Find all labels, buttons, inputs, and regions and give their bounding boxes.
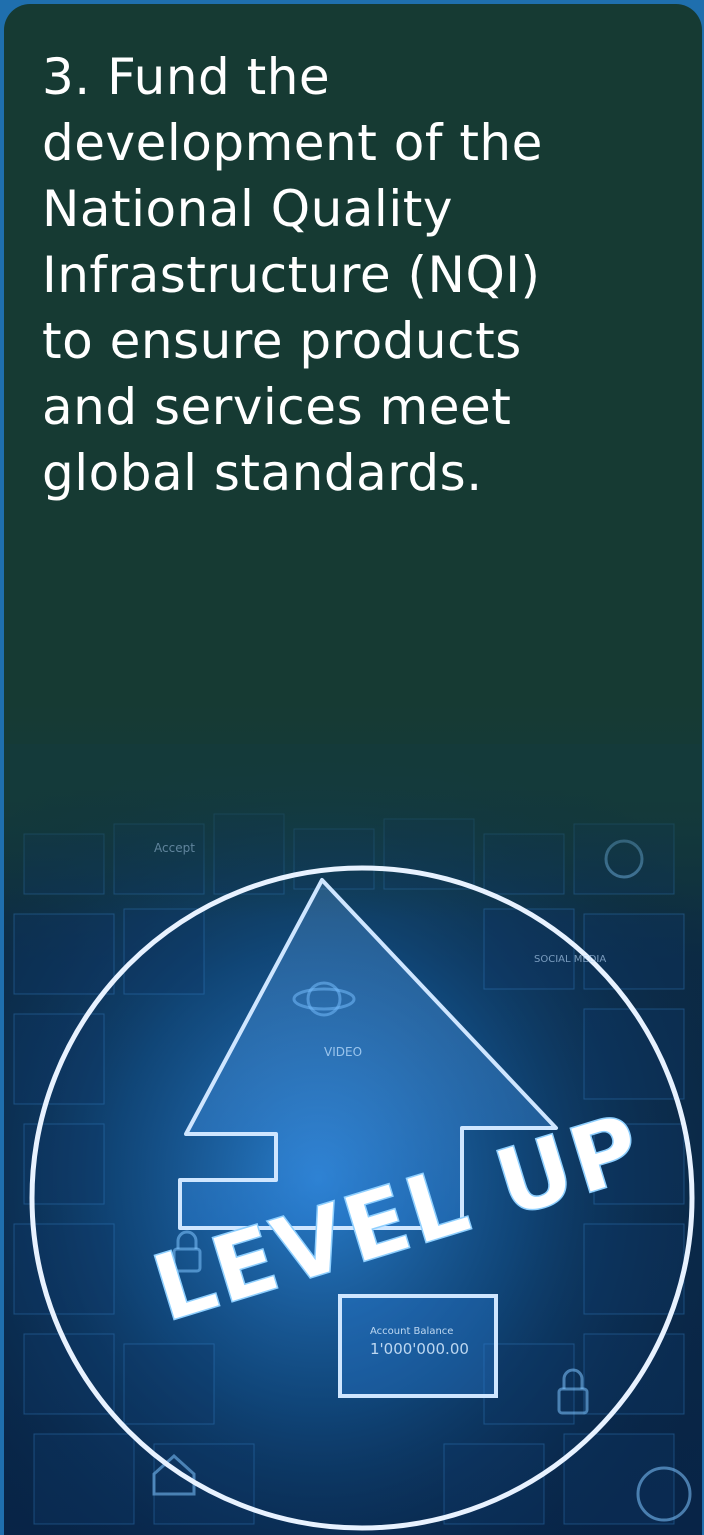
headline-line-6: and services meet <box>42 378 512 436</box>
account-balance-value: 1'000'000.00 <box>370 1340 469 1358</box>
headline: 3. Fund the development of the National … <box>42 44 662 506</box>
headline-line-7: global standards. <box>42 444 483 502</box>
level-up-graphic: VIDEO SOCIAL MEDIA Accept Account Balanc… <box>4 744 702 1535</box>
level-up-illustration: VIDEO SOCIAL MEDIA Accept Account Balanc… <box>4 744 702 1535</box>
video-tile-label: VIDEO <box>324 1045 362 1059</box>
accept-tile-label: Accept <box>154 841 195 855</box>
headline-line-1: 3. Fund the <box>42 48 331 106</box>
headline-line-3: National Quality <box>42 180 453 238</box>
account-balance-label: Account Balance <box>370 1326 453 1337</box>
headline-line-2: development of the <box>42 114 543 172</box>
content-card: 3. Fund the development of the National … <box>4 4 702 1535</box>
social-media-tile-label: SOCIAL MEDIA <box>534 954 606 965</box>
headline-line-5: to ensure products <box>42 312 522 370</box>
headline-line-4: Infrastructure (NQI) <box>42 246 541 304</box>
